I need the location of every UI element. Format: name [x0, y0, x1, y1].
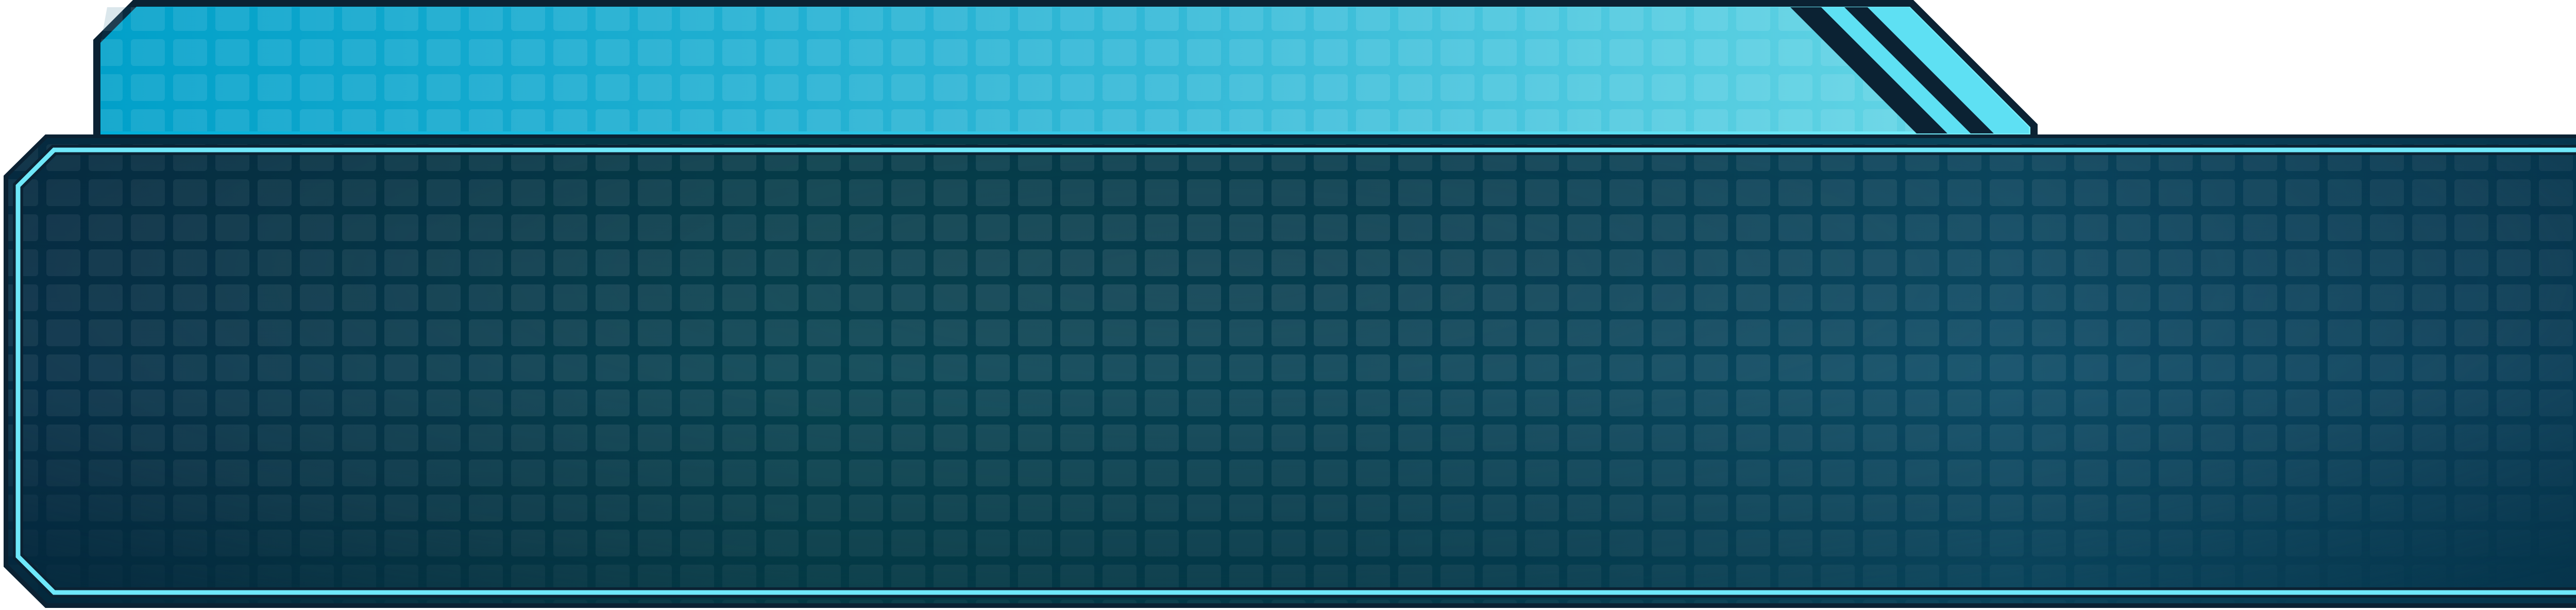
hud-title-banner: [0, 0, 2576, 610]
main-panel: [4, 134, 2576, 608]
banner-frame: [4, 0, 2576, 608]
title-tab: [93, 0, 2038, 145]
